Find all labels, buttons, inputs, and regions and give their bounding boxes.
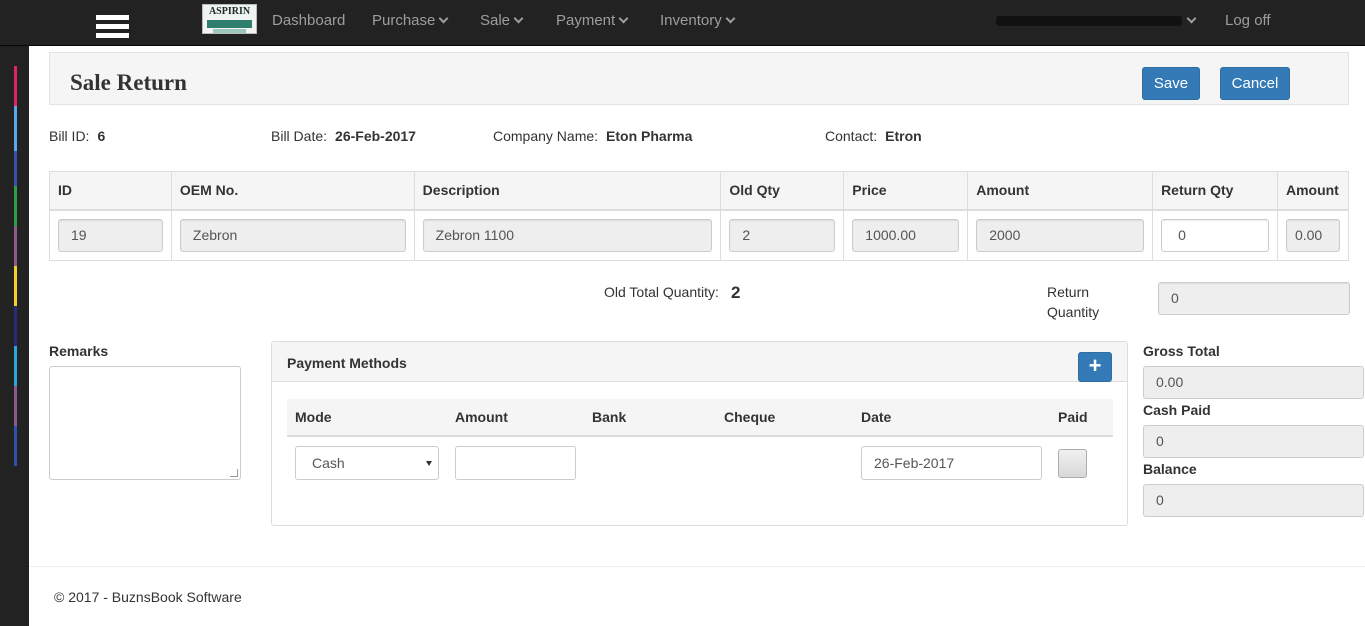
balance-field: 0	[1143, 484, 1364, 517]
save-button[interactable]: Save	[1142, 67, 1200, 100]
col-id: ID	[49, 171, 172, 211]
remarks-label: Remarks	[49, 343, 109, 359]
caret-down-icon	[426, 461, 432, 466]
brand-logo[interactable]: ASPIRIN	[202, 4, 257, 34]
items-table: ID OEM No. Description Old Qty Price Amo…	[49, 171, 1350, 261]
col-old-qty: Old Qty	[720, 171, 845, 211]
balance-label: Balance	[1143, 461, 1197, 477]
col-bank: Bank	[584, 399, 716, 437]
cash-paid-label: Cash Paid	[1143, 402, 1211, 418]
company-info: Company Name: Eton Pharma	[493, 128, 692, 144]
chevron-down-icon	[1186, 13, 1197, 24]
cash-paid-field: 0	[1143, 425, 1364, 458]
return-quantity-label: Return Quantity	[1047, 284, 1100, 320]
chevron-down-icon	[513, 13, 524, 24]
return-quantity-field: 0	[1158, 282, 1350, 315]
user-menu-toggle[interactable]	[1183, 13, 1197, 33]
payment-date-input[interactable]: 26-Feb-2017	[861, 446, 1042, 480]
payment-mode-value: Cash	[312, 455, 345, 471]
return-qty-input[interactable]: 0	[1161, 218, 1269, 252]
nav-purchase-label: Purchase	[372, 12, 436, 29]
footer-copyright: © 2017 - BuznsBook Software	[54, 589, 242, 605]
page-header: Sale Return Save Cancel	[49, 52, 1349, 105]
nav-sale-label: Sale	[480, 12, 511, 29]
table-row: Cash 26-Feb-2017	[287, 435, 1113, 489]
table-row: 19 Zebron Zebron 1100 2 1000.00 2000 0 0…	[49, 209, 1350, 261]
chevron-down-icon	[438, 13, 449, 24]
item-description-field: Zebron 1100	[422, 218, 713, 252]
payment-panel-header: Payment Methods +	[272, 342, 1127, 382]
contact-info: Contact: Etron	[825, 128, 922, 144]
logoff-link[interactable]: Log off	[1225, 13, 1271, 33]
nav-sale[interactable]: Sale	[480, 12, 524, 33]
gross-total-field: 0.00	[1143, 366, 1364, 399]
chevron-down-icon	[618, 13, 629, 24]
logo-text: ASPIRIN	[203, 5, 256, 19]
col-cheque: Cheque	[716, 399, 853, 437]
nav-purchase[interactable]: Purchase	[372, 12, 449, 33]
item-oem-field: Zebron	[179, 218, 406, 252]
nav-inventory-label: Inventory	[660, 12, 722, 29]
item-amount-field: 2000	[976, 218, 1145, 252]
nav-dashboard-label: Dashboard	[272, 12, 346, 29]
item-id-field: 19	[58, 218, 163, 252]
payment-mode-select[interactable]: Cash	[295, 446, 439, 480]
company-label: Company Name:	[493, 128, 599, 144]
col-return-qty: Return Qty	[1152, 171, 1278, 211]
footer-divider	[29, 566, 1365, 567]
col-paid: Paid	[1050, 399, 1113, 437]
old-total-quantity-label: Old Total Quantity:	[604, 284, 719, 300]
contact-value: Etron	[885, 128, 922, 144]
user-account-menu[interactable]	[996, 16, 1182, 26]
item-old-qty-field: 2	[729, 218, 836, 252]
return-amount-field: 0.00	[1285, 218, 1340, 252]
resize-grip-icon[interactable]	[230, 469, 238, 477]
add-payment-button[interactable]: +	[1078, 352, 1112, 382]
item-price-field: 1000.00	[852, 218, 960, 252]
contact-label: Contact:	[825, 128, 878, 144]
old-total-quantity-value: 2	[731, 283, 741, 302]
hamburger-menu-icon[interactable]	[96, 15, 129, 47]
page-title: Sale Return	[70, 70, 187, 95]
nav-dashboard[interactable]: Dashboard	[272, 13, 345, 33]
top-navbar: ASPIRIN Dashboard Purchase Sale Payment …	[0, 0, 1365, 46]
items-table-header: ID OEM No. Description Old Qty Price Amo…	[49, 171, 1350, 211]
gross-total-label: Gross Total	[1143, 343, 1220, 359]
col-pay-amount: Amount	[447, 399, 584, 437]
payment-amount-input[interactable]	[455, 446, 576, 480]
col-oem: OEM No.	[170, 171, 415, 211]
payment-methods-title: Payment Methods	[287, 355, 407, 371]
col-mode: Mode	[287, 399, 447, 437]
paid-checkbox[interactable]	[1058, 448, 1087, 478]
company-value: Eton Pharma	[606, 128, 693, 144]
col-date: Date	[853, 399, 1050, 437]
left-sidebar-rail	[0, 46, 29, 626]
payment-bank-cell	[584, 435, 716, 489]
bill-id-label: Bill ID:	[49, 128, 90, 144]
bill-date-label: Bill Date:	[271, 128, 328, 144]
nav-payment-label: Payment	[556, 12, 616, 29]
col-price: Price	[843, 171, 969, 211]
nav-payment[interactable]: Payment	[556, 12, 629, 33]
chevron-down-icon	[725, 13, 736, 24]
payment-table-header: Mode Amount Bank Cheque Date Paid	[287, 399, 1113, 437]
cancel-button[interactable]: Cancel	[1220, 67, 1290, 100]
payment-table: Mode Amount Bank Cheque Date Paid Cash 2…	[287, 399, 1113, 489]
payment-cheque-cell	[716, 435, 853, 489]
bill-id-value: 6	[97, 128, 106, 144]
bill-date-value: 26-Feb-2017	[335, 128, 416, 144]
remarks-textarea[interactable]	[49, 366, 241, 480]
nav-inventory[interactable]: Inventory	[660, 12, 736, 33]
payment-methods-panel: Payment Methods + Mode Amount Bank Chequ…	[271, 341, 1128, 526]
col-amount: Amount	[967, 171, 1154, 211]
col-description: Description	[413, 171, 722, 211]
bill-id-info: Bill ID: 6	[49, 128, 105, 144]
col-return-amount: Amount	[1276, 171, 1350, 211]
bill-date-info: Bill Date: 26-Feb-2017	[271, 128, 416, 144]
